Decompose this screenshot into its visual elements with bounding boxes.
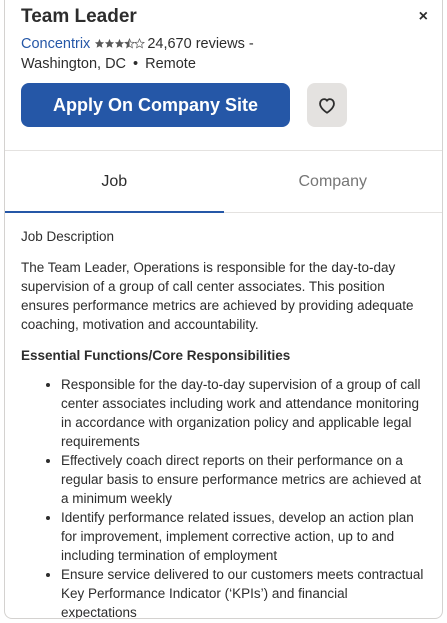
- list-item: Effectively coach direct reports on thei…: [61, 451, 426, 508]
- section-label: Job Description: [21, 229, 115, 244]
- job-location: Washington, DC: [21, 56, 127, 72]
- bullet-separator: •: [133, 56, 139, 72]
- tab-company[interactable]: Company: [224, 151, 443, 212]
- list-item: Responsible for the day-to-day supervisi…: [61, 375, 426, 451]
- save-job-button[interactable]: [307, 83, 347, 127]
- separator: -: [248, 36, 254, 52]
- tab-job[interactable]: Job: [5, 151, 224, 213]
- location-line: Washington, DC • Remote: [21, 56, 196, 72]
- job-title: Team Leader: [21, 6, 137, 27]
- heart-icon: [319, 98, 335, 114]
- apply-button[interactable]: Apply On Company Site: [21, 83, 290, 127]
- work-type: Remote: [145, 56, 196, 72]
- star-rating: [94, 37, 146, 53]
- tab-bar: Job Company: [5, 151, 442, 213]
- company-link[interactable]: Concentrix: [21, 36, 90, 52]
- responsibilities-heading: Essential Functions/Core Responsibilitie…: [21, 348, 291, 363]
- job-detail-panel: Team Leader × Concentrix 24,670 reviews …: [4, 0, 443, 619]
- responsibilities-list: Responsible for the day-to-day supervisi…: [21, 375, 426, 618]
- job-header: Team Leader × Concentrix 24,670 reviews …: [5, 0, 442, 151]
- star-empty-icon: [134, 38, 146, 49]
- job-description: Job Description The Team Leader, Operati…: [5, 213, 442, 618]
- close-icon[interactable]: ×: [419, 8, 428, 26]
- review-count[interactable]: 24,670 reviews: [147, 36, 245, 52]
- company-rating-line: Concentrix 24,670 reviews -: [21, 36, 254, 53]
- intro-paragraph: The Team Leader, Operations is responsib…: [21, 260, 414, 332]
- list-item: Identify performance related issues, dev…: [61, 508, 426, 565]
- list-item: Ensure service delivered to our customer…: [61, 565, 426, 618]
